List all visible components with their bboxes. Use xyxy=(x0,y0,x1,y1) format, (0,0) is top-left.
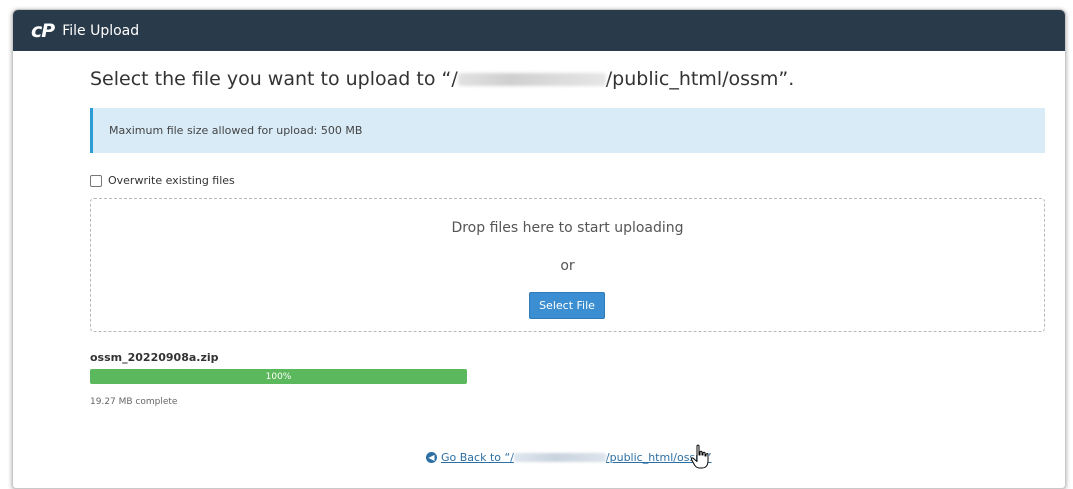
window-title: File Upload xyxy=(62,22,140,39)
upload-progress-fill: 100% xyxy=(90,369,467,384)
heading-prefix: Select the file you want to upload to “/ xyxy=(90,68,458,90)
max-size-text: Maximum file size allowed for upload: 50… xyxy=(109,124,363,137)
overwrite-label: Overwrite existing files xyxy=(108,174,235,187)
drop-zone[interactable]: Drop files here to start uploading or Se… xyxy=(90,198,1045,332)
file-upload-window: cP File Upload Select the file you want … xyxy=(12,9,1066,489)
page-heading: Select the file you want to upload to “/… xyxy=(90,68,794,90)
overwrite-checkbox[interactable] xyxy=(90,174,102,187)
go-back-link[interactable]: ◀ Go Back to “//public_html/ossm” xyxy=(426,451,712,464)
hand-pointer-icon xyxy=(690,444,709,469)
upload-status: 19.27 MB complete xyxy=(90,397,178,407)
overwrite-option[interactable]: Overwrite existing files xyxy=(90,174,235,187)
uploaded-file-name: ossm_20220908a.zip xyxy=(90,351,219,364)
select-file-button[interactable]: Select File xyxy=(529,292,605,319)
go-back-text: Go Back to “//public_html/ossm” xyxy=(441,451,712,464)
max-size-notice: Maximum file size allowed for upload: 50… xyxy=(90,108,1045,153)
circle-arrow-left-icon: ◀ xyxy=(426,452,437,463)
title-bar: cP File Upload xyxy=(13,10,1065,51)
cpanel-logo: cP xyxy=(31,19,55,42)
drop-zone-text: Drop files here to start uploading xyxy=(451,220,684,236)
heading-suffix: /public_html/ossm”. xyxy=(605,68,795,90)
redacted-back-path xyxy=(513,453,606,462)
go-back-prefix: Go Back to “/ xyxy=(441,451,514,464)
redacted-path xyxy=(457,73,606,86)
upload-progress-bar: 100% xyxy=(90,369,467,384)
drop-zone-or: or xyxy=(560,258,575,274)
